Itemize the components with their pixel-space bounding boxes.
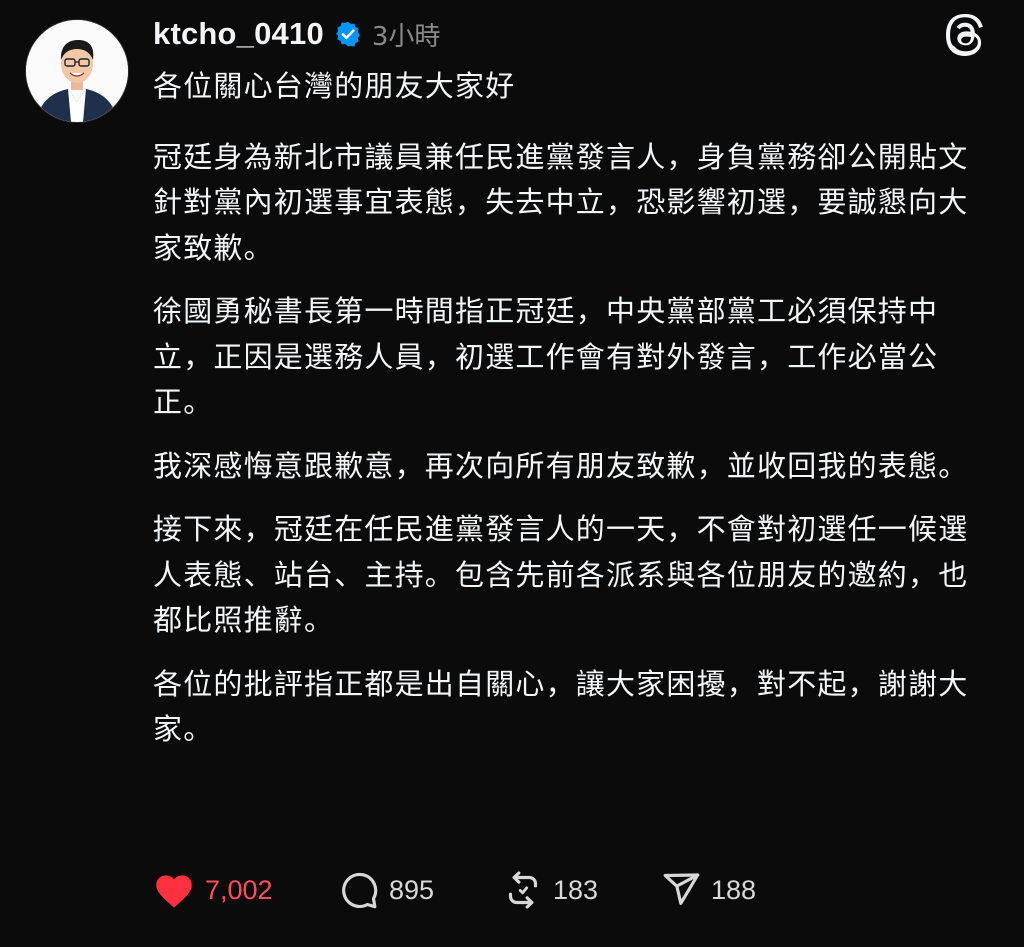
post-paragraph: 我深感悔意跟歉意，再次向所有朋友致歉，並收回我的表態。 <box>153 444 993 490</box>
verified-badge-icon <box>334 20 362 48</box>
heart-icon <box>153 871 195 909</box>
reply-count: 895 <box>389 875 434 906</box>
post-actions: 7,002 895 183 188 <box>153 866 781 914</box>
post-paragraph: 接下來，冠廷在任民進黨發言人的一天，不會對初選任一候選人表態、站台、主持。包含先… <box>153 507 993 644</box>
avatar[interactable] <box>25 19 129 123</box>
like-button[interactable]: 7,002 <box>153 871 339 909</box>
repost-count: 183 <box>553 875 598 906</box>
share-count: 188 <box>711 875 756 906</box>
username-link[interactable]: ktcho_0410 <box>153 16 324 52</box>
repost-icon <box>503 870 543 910</box>
post-paragraph: 各位的批評指正都是出自關心，讓大家困擾，對不起，謝謝大家。 <box>153 662 993 753</box>
reply-button[interactable]: 895 <box>339 870 503 910</box>
post-paragraph: 各位關心台灣的朋友大家好 <box>153 64 993 110</box>
threads-post: ktcho_0410 3小時 各位關心台灣的朋友大家好 冠廷身為新北市議員兼任民… <box>0 0 1024 947</box>
like-count: 7,002 <box>205 875 273 906</box>
post-paragraph: 冠廷身為新北市議員兼任民進黨發言人，身負黨務卻公開貼文針對黨內初選事宜表態，失去… <box>153 135 993 272</box>
post-body: 各位關心台灣的朋友大家好 冠廷身為新北市議員兼任民進黨發言人，身負黨務卻公開貼文… <box>153 64 993 771</box>
post-header: ktcho_0410 3小時 <box>153 12 440 56</box>
post-paragraph: 徐國勇秘書長第一時間指正冠廷，中央黨部黨工必須保持中立，正因是選務人員，初選工作… <box>153 289 993 426</box>
comment-icon <box>339 870 379 910</box>
threads-logo-icon[interactable] <box>945 14 987 56</box>
repost-button[interactable]: 183 <box>503 870 661 910</box>
post-timestamp: 3小時 <box>372 16 441 53</box>
share-button[interactable]: 188 <box>661 870 781 910</box>
send-icon <box>661 870 701 910</box>
avatar-photo-icon <box>26 20 128 122</box>
